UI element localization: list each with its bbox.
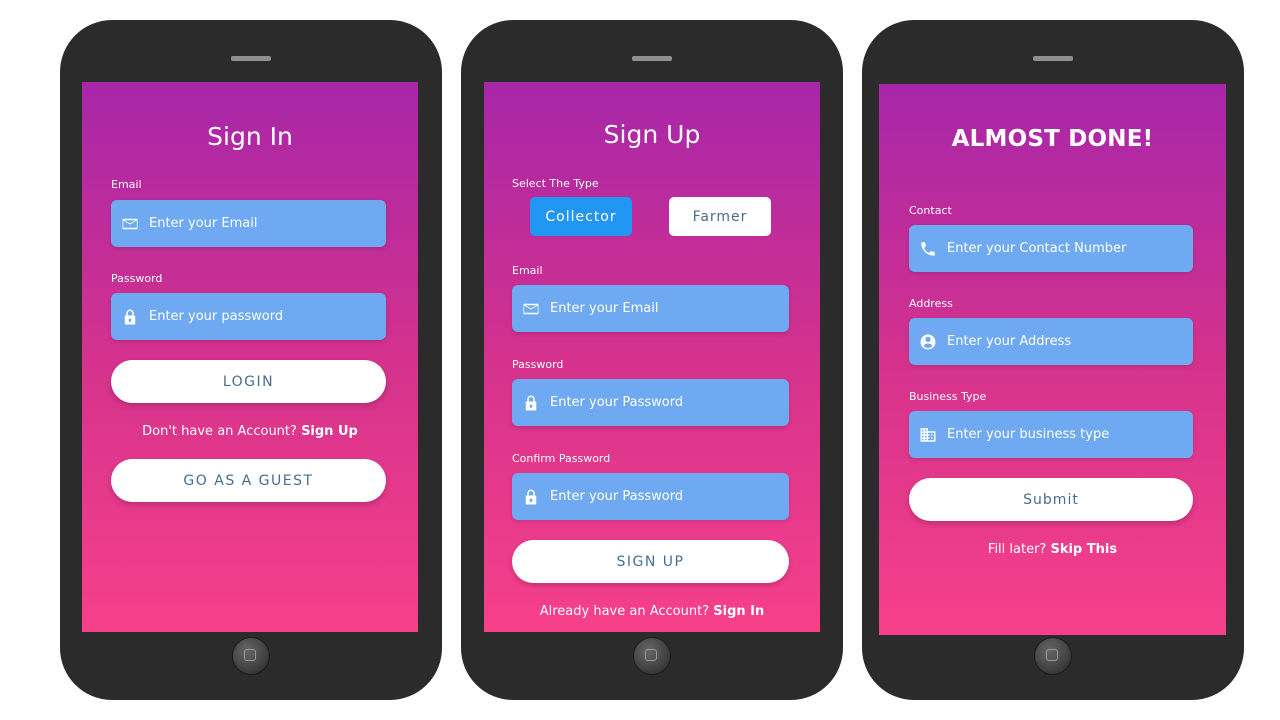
password-placeholder: Enter your password (149, 309, 284, 324)
password-label: Password (111, 272, 163, 285)
page-title: Sign In (207, 122, 293, 151)
envelope-icon (121, 215, 139, 233)
contact-placeholder: Enter your Contact Number (947, 241, 1127, 256)
email-label: Email (512, 264, 543, 277)
email-label: Email (111, 178, 142, 191)
type-label: Select The Type (512, 177, 599, 190)
page-title: Sign Up (603, 120, 701, 149)
no-account-text: Don't have an Account? (142, 424, 297, 439)
skip-link[interactable]: Skip This (1050, 542, 1117, 557)
address-field[interactable]: Enter your Address (909, 318, 1193, 365)
home-button[interactable] (634, 638, 670, 674)
password-label: Password (512, 358, 564, 371)
signin-link[interactable]: Sign In (713, 604, 764, 619)
signup-link[interactable]: Sign Up (301, 424, 358, 439)
address-label: Address (909, 297, 953, 310)
confirm-password-label: Confirm Password (512, 452, 611, 465)
phone-speaker (632, 56, 672, 61)
submit-button[interactable]: Submit (909, 478, 1193, 521)
home-button[interactable] (233, 638, 269, 674)
phone-signup: Sign Up Select The Type Collector Farmer… (461, 20, 843, 700)
phone-speaker (1033, 56, 1073, 61)
skip-prompt: Fill later? Skip This (879, 542, 1226, 557)
phone-signin: Sign In Email Enter your Email Password … (60, 20, 442, 700)
lock-icon (121, 308, 139, 326)
password-field[interactable]: Enter your password (111, 293, 386, 340)
contact-label: Contact (909, 204, 952, 217)
type-collector-toggle[interactable]: Collector (530, 197, 632, 236)
login-button[interactable]: LOGIN (111, 360, 386, 403)
user-circle-icon (919, 333, 937, 351)
page-title: ALMOST DONE! (951, 126, 1154, 152)
signup-screen: Sign Up Select The Type Collector Farmer… (484, 82, 820, 632)
business-type-label: Business Type (909, 390, 987, 403)
signin-prompt: Already have an Account? Sign In (484, 604, 820, 619)
phone-icon (919, 240, 937, 258)
envelope-icon (522, 300, 540, 318)
business-type-placeholder: Enter your business type (947, 427, 1110, 442)
email-placeholder: Enter your Email (550, 301, 659, 316)
contact-field[interactable]: Enter your Contact Number (909, 225, 1193, 272)
guest-button[interactable]: GO AS A GUEST (111, 459, 386, 502)
building-icon (919, 426, 937, 444)
password-placeholder: Enter your Password (550, 395, 684, 410)
signup-prompt: Don't have an Account? Sign Up (82, 424, 418, 439)
lock-icon (522, 488, 540, 506)
phone-almost-done: ALMOST DONE! Contact Enter your Contact … (862, 20, 1244, 700)
email-field[interactable]: Enter your Email (512, 285, 789, 332)
email-field[interactable]: Enter your Email (111, 200, 386, 247)
business-type-field[interactable]: Enter your business type (909, 411, 1193, 458)
phone-speaker (231, 56, 271, 61)
signup-button[interactable]: SIGN UP (512, 540, 789, 583)
signin-screen: Sign In Email Enter your Email Password … (82, 82, 418, 632)
lock-icon (522, 394, 540, 412)
type-farmer-toggle[interactable]: Farmer (669, 197, 771, 236)
have-account-text: Already have an Account? (539, 604, 710, 619)
home-button[interactable] (1035, 638, 1071, 674)
confirm-password-placeholder: Enter your Password (550, 489, 684, 504)
confirm-password-field[interactable]: Enter your Password (512, 473, 789, 520)
password-field[interactable]: Enter your Password (512, 379, 789, 426)
almost-done-screen: ALMOST DONE! Contact Enter your Contact … (879, 84, 1226, 635)
address-placeholder: Enter your Address (947, 334, 1072, 349)
fill-later-text: Fill later? (987, 542, 1047, 557)
email-placeholder: Enter your Email (149, 216, 258, 231)
